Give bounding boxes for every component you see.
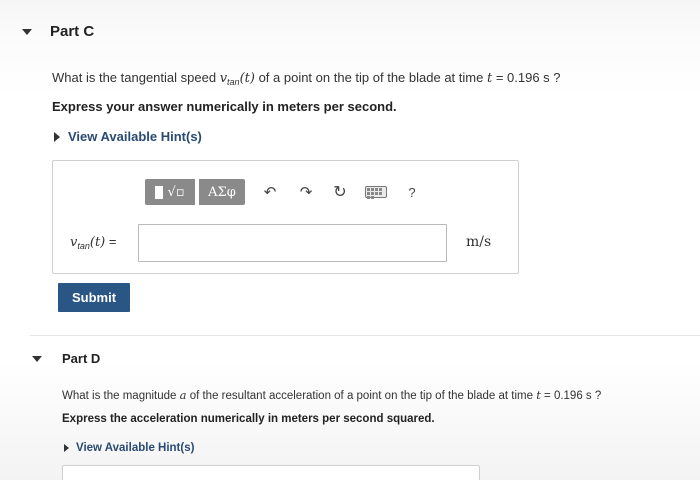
reset-icon[interactable]: ↻ <box>329 181 351 203</box>
var-v: v <box>219 71 228 86</box>
collapse-caret-icon[interactable] <box>32 355 42 362</box>
submit-button[interactable]: Submit <box>58 283 130 312</box>
greek-label: ΑΣφ <box>208 184 236 200</box>
hint-label[interactable]: View Available Hint(s) <box>68 129 202 144</box>
question-middle: of the resultant acceleration of a point… <box>189 390 533 402</box>
collapse-caret-icon[interactable] <box>22 28 32 35</box>
question-prefix: What is the magnitude <box>62 390 177 402</box>
part-c-title: Part C <box>50 23 95 40</box>
greek-button[interactable]: ΑΣφ <box>199 179 245 205</box>
var-t: t <box>486 71 493 86</box>
part-divider <box>30 335 700 336</box>
keyboard-button[interactable] <box>365 186 387 199</box>
answer-equals: = <box>108 234 117 249</box>
var-a: a <box>179 388 187 402</box>
question-prefix: What is the tangential speed <box>52 70 217 85</box>
part-d-instruction: Express the acceleration numerically in … <box>62 413 435 425</box>
help-icon[interactable]: ? <box>401 181 423 203</box>
help-label: ? <box>408 184 416 200</box>
var-arg: (t) <box>239 71 255 86</box>
part-d-question: What is the magnitude a of the resultant… <box>62 388 601 402</box>
part-c-hint-link[interactable]: View Available Hint(s) <box>54 129 202 144</box>
units-label: m/s <box>466 234 492 250</box>
answer-input[interactable] <box>138 224 447 262</box>
answer-var-arg: (t) <box>89 235 106 250</box>
question-suffix: = 0.196 s ? <box>495 70 561 85</box>
math-toolbar: √▫ ΑΣφ ↶ ↷ ↻ ? <box>145 179 423 205</box>
question-middle: of a point on the tip of the blade at ti… <box>258 70 484 85</box>
expand-caret-icon <box>64 444 69 452</box>
var-sub: tan <box>227 77 240 87</box>
template-button[interactable]: √▫ <box>145 179 195 205</box>
redo-icon[interactable]: ↷ <box>295 181 317 203</box>
sqrt-icon: √▫ <box>167 184 185 200</box>
part-d-hint-link[interactable]: View Available Hint(s) <box>64 442 194 454</box>
part-c-header[interactable]: Part C <box>22 23 94 40</box>
part-d-answer-box <box>62 465 480 480</box>
question-suffix: = 0.196 s ? <box>544 390 602 402</box>
keyboard-icon <box>365 186 387 199</box>
var-t: t <box>536 388 541 402</box>
part-c-question: What is the tangential speed vtan(t) of … <box>52 70 561 87</box>
answer-label: vtan(t) = <box>70 234 116 251</box>
part-c-instruction: Express your answer numerically in meter… <box>52 99 397 114</box>
expand-caret-icon <box>54 131 60 142</box>
template-icon <box>155 185 164 199</box>
answer-var-sub: tan <box>77 241 90 251</box>
hint-label[interactable]: View Available Hint(s) <box>76 442 194 454</box>
part-d-header[interactable]: Part D <box>32 351 100 366</box>
undo-icon[interactable]: ↶ <box>259 181 281 203</box>
part-d-title: Part D <box>62 351 101 366</box>
